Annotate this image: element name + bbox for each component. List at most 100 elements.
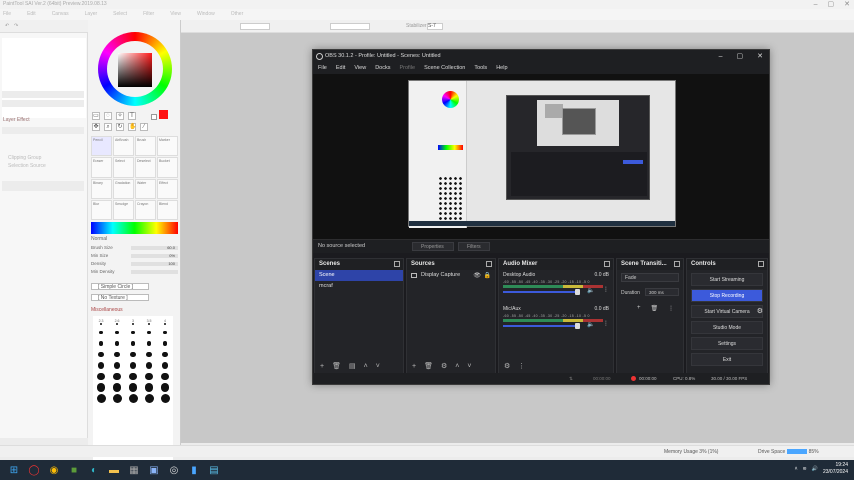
scene-item[interactable]: Scene: [315, 270, 403, 281]
menu-layer[interactable]: Layer: [85, 9, 98, 20]
add-scene-icon[interactable]: +: [320, 363, 324, 370]
brush-gradation[interactable]: Gradation: [113, 178, 134, 199]
brush-size-cell[interactable]: [146, 338, 152, 349]
channel-menu-icon[interactable]: ⋮: [603, 286, 609, 293]
brush-size-cell[interactable]: [145, 360, 153, 371]
move-icon[interactable]: ✥: [92, 123, 100, 131]
brush-marker[interactable]: Marker: [157, 136, 178, 157]
brush-select[interactable]: Select: [113, 157, 134, 178]
brush-size-cell[interactable]: [161, 360, 169, 371]
volume-fader[interactable]: [503, 291, 579, 293]
obs-menu-view[interactable]: View: [354, 63, 366, 74]
brush-size-cell[interactable]: [128, 393, 138, 404]
brush-size-cell[interactable]: [114, 349, 120, 360]
move-up-icon[interactable]: ˄: [455, 363, 459, 370]
obs-menu-edit[interactable]: Edit: [336, 63, 345, 74]
properties-button[interactable]: Properties: [412, 242, 454, 251]
taskbar-clock[interactable]: 19:24 23/07/2024: [823, 462, 848, 476]
start-virtual-camera-button[interactable]: Start Virtual Camera ⚙: [691, 305, 763, 318]
brush-size-cell[interactable]: [97, 360, 105, 371]
magic-wand-icon[interactable]: ✧: [116, 112, 124, 120]
undock-icon[interactable]: [604, 261, 610, 267]
brush-binary[interactable]: Binary: [91, 178, 112, 199]
brush-size-cell[interactable]: [160, 393, 170, 404]
windows-start-icon[interactable]: ⊞: [8, 464, 20, 476]
brush-size-cell[interactable]: [98, 338, 104, 349]
obs-preview[interactable]: [313, 74, 769, 239]
brush-size-cell[interactable]: [115, 327, 119, 338]
menu-select[interactable]: Select: [113, 9, 127, 20]
brush-blur[interactable]: Blur: [91, 199, 112, 220]
maximize-icon[interactable]: ▢: [828, 0, 835, 9]
shape-dropdown[interactable]: [ Simple Circle ]: [91, 283, 149, 290]
brush-smudge[interactable]: Smudge: [113, 199, 134, 220]
edge-icon[interactable]: ◐: [88, 464, 100, 476]
brush-size-cell[interactable]: [129, 360, 137, 371]
param-min-size[interactable]: Min Size 0%: [91, 253, 178, 259]
lock-icon[interactable]: 🔒: [484, 271, 491, 282]
color-square[interactable]: [118, 53, 152, 87]
brush-size-cell[interactable]: [98, 349, 104, 360]
move-down-icon[interactable]: ˅: [376, 363, 380, 370]
brush-size-cell[interactable]: [97, 371, 105, 382]
lasso-icon[interactable]: ◌: [104, 112, 112, 120]
color-wheel[interactable]: [98, 32, 172, 106]
brush-mode[interactable]: Normal: [91, 236, 178, 242]
param-density[interactable]: Density 100: [91, 261, 178, 267]
minecraft-icon[interactable]: ■: [68, 464, 80, 476]
brush-size-cell[interactable]: [146, 349, 152, 360]
menu-other[interactable]: Other: [231, 9, 244, 20]
wifi-icon[interactable]: ≋: [803, 466, 807, 472]
file-explorer-icon[interactable]: ▬: [108, 464, 120, 476]
redo-icon[interactable]: ↷: [14, 23, 18, 30]
obs-menu-file[interactable]: File: [318, 63, 327, 74]
start-streaming-button[interactable]: Start Streaming: [691, 273, 763, 286]
add-transition-icon[interactable]: +: [637, 305, 641, 312]
blend-mode-row[interactable]: [2, 127, 84, 134]
brush-brush[interactable]: Brush: [135, 136, 156, 157]
opera-icon[interactable]: ◯: [28, 464, 40, 476]
undo-icon[interactable]: ↶: [5, 23, 9, 30]
nav-zoom-row[interactable]: [2, 91, 84, 98]
brush-size-cell[interactable]: [161, 371, 169, 382]
texture-dropdown[interactable]: [ No Texture ]: [91, 294, 149, 301]
brush-size-cell[interactable]: 2.3: [99, 316, 103, 327]
close-icon[interactable]: ✕: [844, 0, 850, 9]
menu-file[interactable]: File: [3, 9, 11, 20]
brush-water[interactable]: Water: [135, 178, 156, 199]
source-item[interactable]: Display Capture 👁 🔒: [407, 270, 495, 281]
chrome-icon[interactable]: ◉: [48, 464, 60, 476]
brush-size-cell[interactable]: [112, 393, 122, 404]
obs-menu-tools[interactable]: Tools: [474, 63, 487, 74]
brush-bucket[interactable]: Bucket: [157, 157, 178, 178]
move-up-icon[interactable]: ˄: [364, 363, 368, 370]
brush-size-cell[interactable]: [147, 327, 151, 338]
menu-canvas[interactable]: Canvas: [52, 9, 69, 20]
photos-icon[interactable]: ▣: [148, 464, 160, 476]
brush-size-cell[interactable]: 3.5: [147, 316, 151, 327]
brush-crayon[interactable]: Crayon: [135, 199, 156, 220]
color-spectrum-bar[interactable]: [91, 222, 178, 234]
obs-taskbar-icon[interactable]: ◎: [168, 464, 180, 476]
zoom-box[interactable]: [240, 23, 270, 30]
brush-deselect[interactable]: Deselect: [135, 157, 156, 178]
brush-size-cell[interactable]: 4: [164, 316, 166, 327]
remove-scene-icon[interactable]: 🗑: [332, 362, 341, 370]
undock-icon[interactable]: [674, 261, 680, 267]
volume-icon[interactable]: 🔊: [812, 466, 818, 472]
brush-size-cell[interactable]: 2.6: [115, 316, 119, 327]
undock-icon[interactable]: [486, 261, 492, 267]
brush-eraser[interactable]: Eraser: [91, 157, 112, 178]
brush-size-cell[interactable]: [99, 327, 103, 338]
brush-size-cell[interactable]: [113, 371, 121, 382]
volume-fader[interactable]: [503, 325, 579, 327]
sai-taskbar-icon[interactable]: ▮: [188, 464, 200, 476]
volume-fader-handle[interactable]: [575, 289, 580, 295]
obs-minimize-icon[interactable]: –: [719, 50, 723, 63]
hand-icon[interactable]: ✋: [128, 123, 136, 131]
obs-maximize-icon[interactable]: ▢: [737, 50, 744, 63]
brush-airbrush[interactable]: AirBrush: [113, 136, 134, 157]
transition-select[interactable]: Fade: [621, 273, 679, 282]
eyedropper-icon[interactable]: ⁄: [140, 123, 148, 131]
brush-size-cell[interactable]: [163, 327, 167, 338]
